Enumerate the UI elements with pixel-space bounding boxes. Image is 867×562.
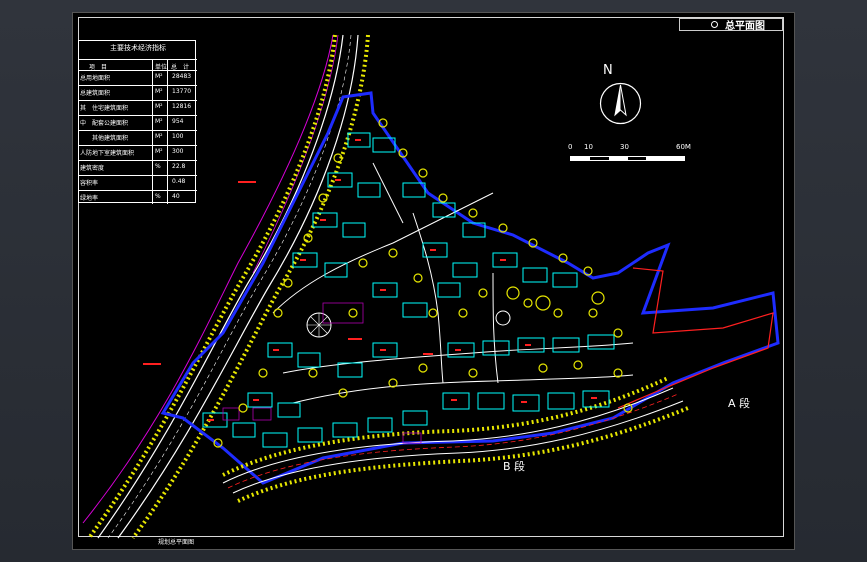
tree-clusters xyxy=(213,118,633,448)
tree-row xyxy=(87,34,337,540)
section-a-redline xyxy=(617,267,774,409)
cad-viewer: 总平面图 主要技术经济指标 项 目 单位 总 计 总用地面积 M² 28483 总建筑… xyxy=(0,0,867,562)
section-b-label: B 段 xyxy=(503,460,526,473)
site-plan[interactable] xyxy=(73,13,794,549)
footer-caption: 规划总平面图 xyxy=(158,539,195,546)
building-group xyxy=(202,132,615,448)
section-a-label: A 段 xyxy=(728,397,751,410)
drawing-sheet[interactable]: 总平面图 主要技术经济指标 项 目 单位 总 计 总用地面积 M² 28483 总建筑… xyxy=(73,13,794,549)
building-markers xyxy=(208,139,597,421)
